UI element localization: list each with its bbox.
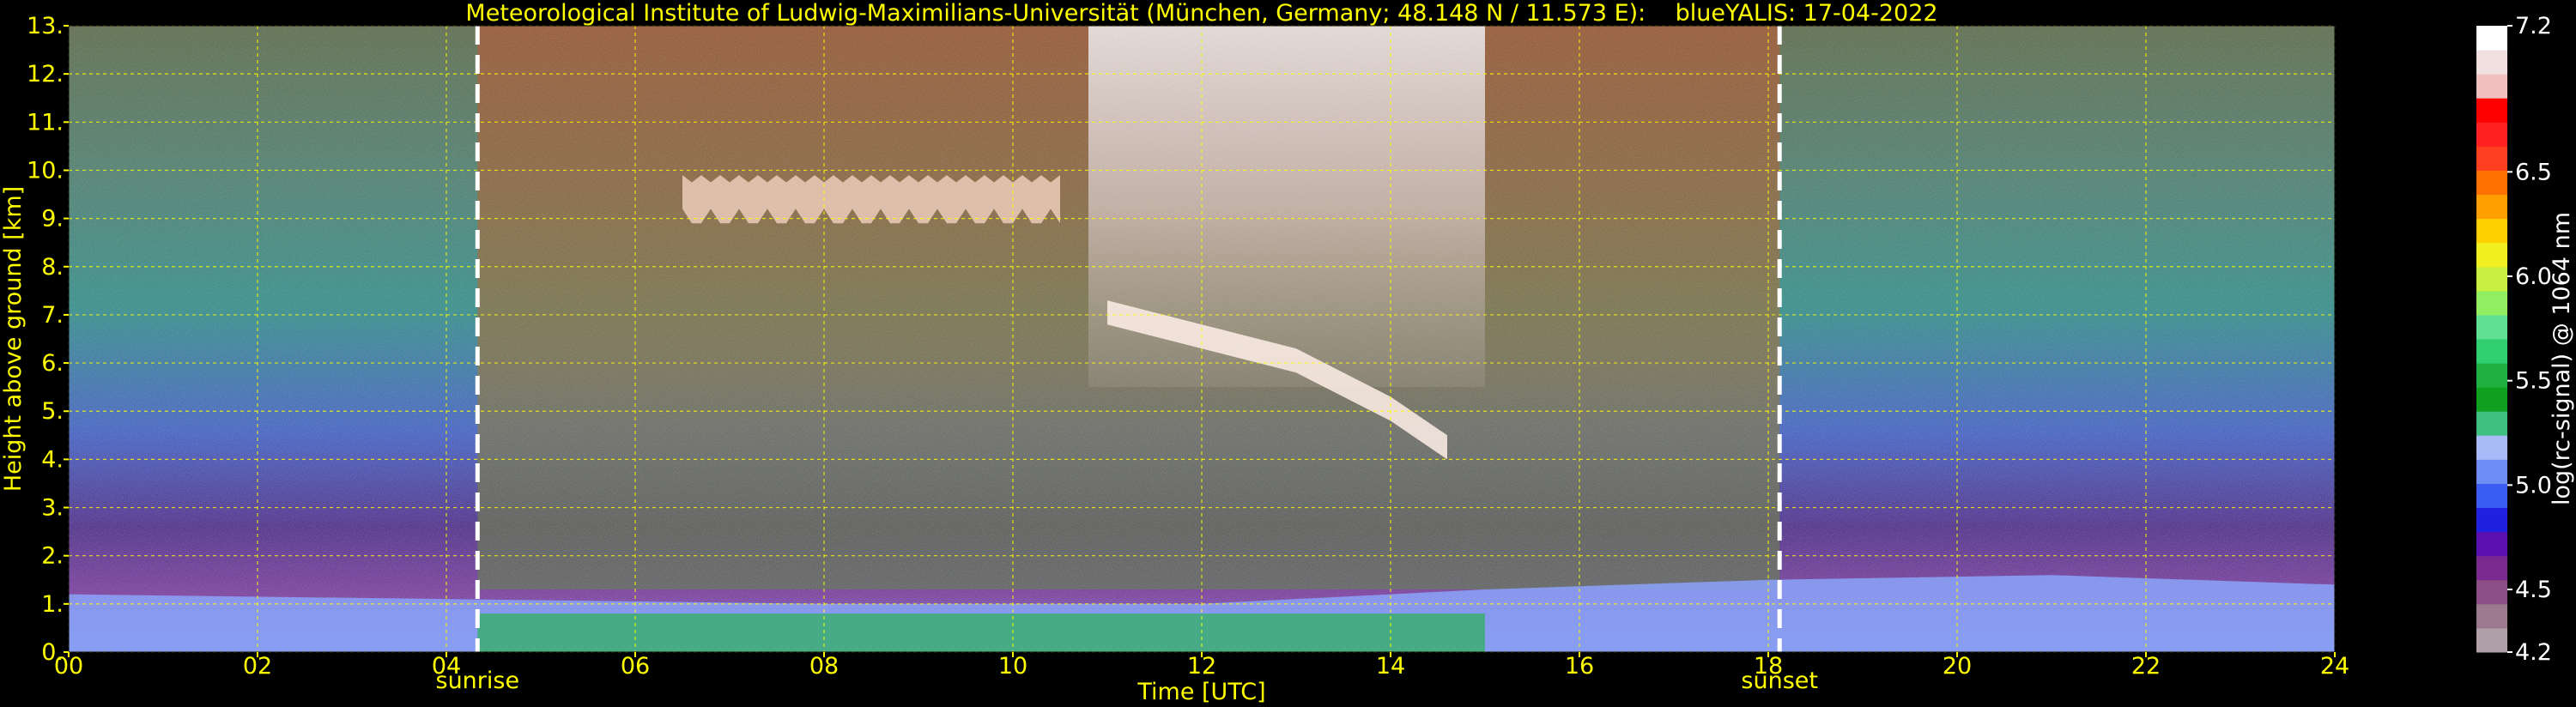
colorbar-segment xyxy=(2476,74,2507,99)
y-tick-label: 4. xyxy=(41,446,64,473)
colorbar-segment xyxy=(2476,218,2507,244)
colorbar-segment xyxy=(2476,122,2507,147)
y-tick-label: 5. xyxy=(41,398,64,425)
colorbar-segment xyxy=(2476,483,2507,509)
colorbar-segment xyxy=(2476,435,2507,460)
y-tick-label: 9. xyxy=(41,206,64,233)
x-tick-label: 10 xyxy=(998,653,1027,680)
chart-title: Meteorological Institute of Ludwig-Maxim… xyxy=(465,0,1937,27)
colorbar-segment xyxy=(2476,459,2507,484)
colorbar-segment xyxy=(2476,507,2507,533)
y-tick-label: 6. xyxy=(41,350,64,377)
colorbar-segment xyxy=(2476,242,2507,268)
x-tick-label: 20 xyxy=(1943,653,1972,680)
colorbar-tick-label: 6.5 xyxy=(2515,159,2552,185)
colorbar-tick-label: 4.2 xyxy=(2515,639,2552,666)
colorbar-segment xyxy=(2476,387,2507,412)
colorbar-segment xyxy=(2476,26,2507,51)
colorbar-tick-label: 6.0 xyxy=(2515,263,2552,290)
y-tick-label: 1. xyxy=(41,591,64,618)
y-axis: 0. 1. 2. 3. 4. 5. 6. 7. 8. 9. 10. 11. 12. 13. xyxy=(27,13,69,666)
y-tick-label: 12. xyxy=(27,61,64,88)
x-tick-label: 02 xyxy=(243,653,272,680)
y-tick-label: 11. xyxy=(27,109,64,136)
y-tick-label: 7. xyxy=(41,302,64,329)
colorbar-segment xyxy=(2476,50,2507,75)
colorbar-segment xyxy=(2476,146,2507,171)
y-tick-label: 2. xyxy=(41,543,64,570)
x-tick-label: 12 xyxy=(1187,653,1216,680)
x-tick-label: 16 xyxy=(1565,653,1594,680)
x-tick-label: 04 xyxy=(432,653,461,680)
colorbar-tick-label: 4.5 xyxy=(2515,577,2552,603)
x-tick-label: 14 xyxy=(1376,653,1405,680)
colorbar-segment xyxy=(2476,627,2507,653)
colorbar-segment xyxy=(2476,194,2507,220)
x-tick-label: 22 xyxy=(2131,653,2161,680)
colorbar: 4.2 4.5 5.0 5.5 6.0 6.5 7.2 xyxy=(2476,13,2552,666)
colorbar-segment xyxy=(2476,339,2507,364)
colorbar-label: log(rc-signal) @ 1064 nm xyxy=(2549,212,2575,505)
colorbar-tick-label: 7.2 xyxy=(2515,13,2552,39)
colorbar-segment xyxy=(2476,555,2507,581)
y-tick-label: 10. xyxy=(27,157,64,184)
boundary-layer-daytime xyxy=(477,613,1485,652)
y-tick-label: 8. xyxy=(41,254,64,281)
x-axis-label: Time [UTC] xyxy=(1136,679,1265,705)
colorbar-tick-label: 5.0 xyxy=(2515,472,2552,499)
colorbar-segment xyxy=(2476,98,2507,123)
x-axis: 00 02 04 06 08 10 12 14 16 18 20 22 24 xyxy=(54,652,2349,680)
colorbar-tick-label: 5.5 xyxy=(2515,368,2552,395)
y-tick-label: 3. xyxy=(41,495,64,522)
colorbar-segment xyxy=(2476,363,2507,388)
y-tick-label: 0. xyxy=(41,639,64,666)
lidar-chart: sunrise sunset 00 02 04 06 08 10 12 14 16 18 20 22 24… xyxy=(0,0,2575,705)
plot-area: sunrise sunset xyxy=(68,25,2336,694)
x-tick-label: 08 xyxy=(809,653,839,680)
colorbar-segment xyxy=(2476,411,2507,436)
y-axis-label: Height above ground [km] xyxy=(0,186,27,492)
colorbar-segment xyxy=(2476,314,2507,340)
x-tick-label: 18 xyxy=(1754,653,1783,680)
x-tick-label: 24 xyxy=(2320,653,2349,680)
x-tick-label: 06 xyxy=(621,653,650,680)
colorbar-segment xyxy=(2476,290,2507,316)
colorbar-segment xyxy=(2476,531,2507,557)
y-tick-label: 13. xyxy=(27,13,64,39)
colorbar-segment xyxy=(2476,579,2507,605)
colorbar-segment xyxy=(2476,170,2507,196)
colorbar-segment xyxy=(2476,266,2507,292)
colorbar-segment xyxy=(2476,603,2507,629)
